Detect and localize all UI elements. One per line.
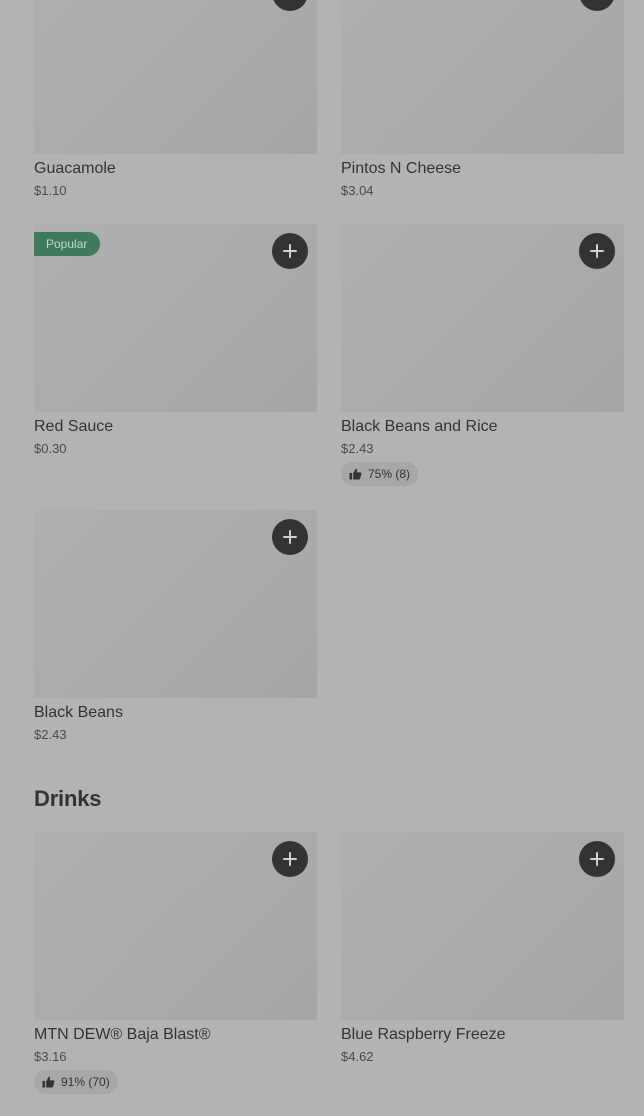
thumbs-up-icon <box>349 468 362 480</box>
item-price: $3.04 <box>341 183 374 198</box>
add-to-cart-button[interactable] <box>579 233 615 269</box>
item-name[interactable]: Black Beans and Rice <box>341 417 498 437</box>
item-image[interactable] <box>341 832 624 1020</box>
thumbs-up-icon <box>42 1076 55 1088</box>
item-image[interactable] <box>34 510 317 698</box>
item-name[interactable]: Blue Raspberry Freeze <box>341 1025 506 1045</box>
rating-value: 91% (70) <box>61 1075 110 1089</box>
add-to-cart-button[interactable] <box>272 519 308 555</box>
item-price: $3.16 <box>34 1049 67 1064</box>
plus-icon <box>283 244 297 258</box>
rating-value: 75% (8) <box>368 467 411 481</box>
plus-icon <box>590 244 604 258</box>
item-price: $2.43 <box>341 441 374 456</box>
item-price: $4.62 <box>341 1049 374 1064</box>
add-to-cart-button[interactable] <box>579 841 615 877</box>
item-name[interactable]: Red Sauce <box>34 417 113 437</box>
plus-icon <box>590 852 604 866</box>
item-price: $1.10 <box>34 183 67 198</box>
item-price: $2.43 <box>34 727 67 742</box>
item-price: $0.30 <box>34 441 67 456</box>
popular-badge: Popular <box>34 232 101 256</box>
item-name[interactable]: Pintos N Cheese <box>341 159 461 179</box>
rating-badge: 75% (8) <box>341 462 419 486</box>
item-name[interactable]: Black Beans <box>34 703 123 723</box>
add-to-cart-button[interactable] <box>272 233 308 269</box>
plus-icon <box>283 530 297 544</box>
item-image[interactable] <box>34 832 317 1020</box>
item-image[interactable] <box>341 224 624 412</box>
item-name[interactable]: MTN DEW® Baja Blast® <box>34 1025 211 1045</box>
add-to-cart-button[interactable] <box>579 0 615 11</box>
plus-icon <box>283 852 297 866</box>
item-name[interactable]: Guacamole <box>34 159 116 179</box>
section-title-drinks: Drinks <box>34 786 102 811</box>
rating-badge: 91% (70) <box>34 1070 118 1094</box>
item-image[interactable] <box>341 0 624 154</box>
add-to-cart-button[interactable] <box>272 0 308 11</box>
item-image[interactable]: Popular <box>34 224 317 412</box>
add-to-cart-button[interactable] <box>272 841 308 877</box>
item-image[interactable] <box>34 0 317 154</box>
